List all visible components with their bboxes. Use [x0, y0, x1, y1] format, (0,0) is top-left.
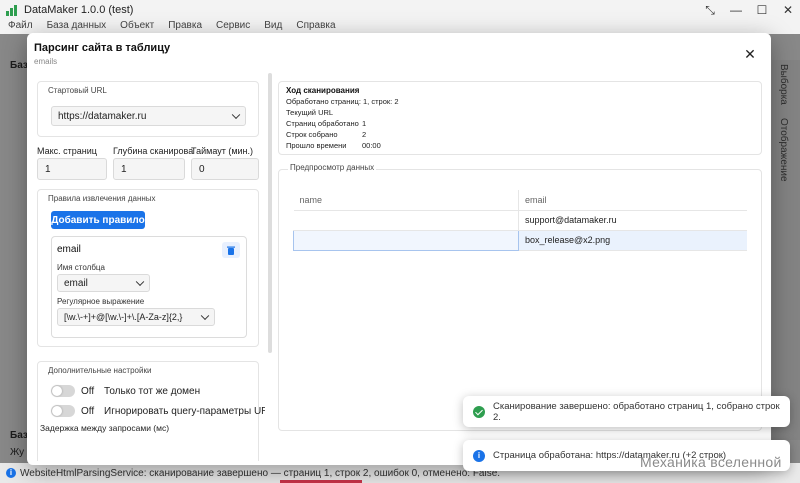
ignore-query-label: Игнорировать query-параметры URL — [104, 406, 265, 417]
menu-object[interactable]: Объект — [120, 20, 154, 34]
delay-label: Задержка между запросами (мс) — [40, 423, 170, 433]
window-controls: ⤡ — ☐ ✕ — [704, 0, 794, 20]
max-pages-label: Макс. страниц — [37, 146, 97, 156]
extra-settings-card: Дополнительные настройки Off Только тот … — [37, 361, 265, 461]
current-url-label: Текущий URL — [286, 108, 334, 117]
same-domain-toggle[interactable] — [51, 385, 75, 397]
dialog-title: Парсинг сайта в таблицу — [34, 42, 171, 54]
regex-select[interactable]: [\w.\-+]+@[\w.\-]+\.[A-Za-z]{2,} — [57, 308, 215, 326]
table-cell[interactable]: box_release@x2.png — [518, 230, 747, 251]
max-pages-value: 1 — [45, 163, 51, 175]
progress-value: 2 — [362, 130, 367, 139]
check-circle-icon — [473, 405, 485, 418]
preview-label: Предпросмотр данных — [288, 163, 377, 172]
close-window-icon[interactable]: ✕ — [782, 3, 794, 17]
rule-item: email Имя столбца email Регулярное выраж… — [51, 236, 247, 338]
progress-key: Страниц обработано — [286, 119, 359, 128]
watermark: Механика вселенной — [640, 454, 782, 470]
app-logo-icon — [6, 4, 18, 16]
menu-service[interactable]: Сервис — [216, 20, 250, 34]
progress-value: 00:00 — [362, 141, 381, 150]
table-cell[interactable] — [293, 229, 519, 251]
delete-rule-button[interactable] — [222, 242, 240, 258]
info-icon: i — [6, 468, 16, 478]
depth-input[interactable]: 1 — [113, 158, 185, 180]
extra-settings-label: Дополнительные настройки — [48, 366, 152, 375]
table-cell[interactable] — [293, 210, 519, 231]
menu-view[interactable]: Вид — [264, 20, 282, 34]
table-row[interactable]: support@datamaker.ru — [293, 210, 747, 231]
timeout-label: Таймаут (мин.) — [191, 146, 254, 156]
start-url-label: Стартовый URL — [48, 86, 107, 95]
same-domain-state: Off — [81, 386, 95, 397]
ignore-query-toggle[interactable] — [51, 405, 75, 417]
menu-edit[interactable]: Правка — [168, 20, 202, 34]
progress-row: Строк собрано 2 — [286, 130, 754, 139]
start-url-card: Стартовый URL https://datamaker.ru — [37, 81, 259, 137]
column-name-label: Имя столбца — [57, 263, 105, 272]
same-domain-label: Только тот же домен — [104, 386, 201, 397]
progress-title: Ход сканирования — [286, 86, 360, 95]
menu-database[interactable]: База данных — [47, 20, 107, 34]
window-titlebar: DataMaker 1.0.0 (test) ⤡ — ☐ ✕ — [0, 0, 800, 20]
preview-table: name email support@datamaker.ru box_rele… — [293, 190, 747, 251]
regex-value: [\w.\-+]+@[\w.\-]+\.[A-Za-z]{2,} — [64, 312, 183, 322]
success-toast[interactable]: Сканирование завершено: обработано стран… — [463, 396, 790, 427]
rules-label: Правила извлечения данных — [48, 194, 156, 203]
add-rule-button[interactable]: Добавить правило — [51, 211, 145, 229]
column-header-email[interactable]: email — [518, 190, 747, 211]
ignore-query-state: Off — [81, 406, 95, 417]
column-name-value: email — [64, 277, 88, 289]
minimize-icon[interactable]: — — [730, 3, 742, 17]
progress-row: Страниц обработано 1 — [286, 119, 754, 128]
menu-file[interactable]: Файл — [8, 20, 33, 34]
chevron-down-icon — [200, 311, 210, 321]
max-pages-input[interactable]: 1 — [37, 158, 107, 180]
rule-name: email — [57, 244, 81, 255]
success-toast-text: Сканирование завершено: обработано стран… — [492, 400, 780, 423]
chevron-down-icon — [135, 277, 145, 287]
regex-label: Регулярное выражение — [57, 297, 145, 306]
settings-column: Стартовый URL https://datamaker.ru Макс.… — [37, 81, 265, 461]
status-text: WebsiteHtmlParsingService: сканирование … — [20, 467, 501, 479]
timeout-value: 0 — [199, 163, 205, 175]
restore-icon[interactable]: ⤡ — [704, 3, 716, 18]
window-title: DataMaker 1.0.0 (test) — [24, 4, 134, 16]
progress-key: Прошло времени — [286, 141, 347, 150]
depth-label: Глубина сканирова — [113, 146, 194, 156]
scan-progress-card: Ход сканирования Обработано страниц: 1, … — [278, 81, 762, 155]
trash-icon — [227, 246, 235, 255]
info-icon: i — [473, 449, 485, 462]
dialog-subtitle: emails — [34, 57, 58, 66]
column-header-name[interactable]: name — [293, 190, 519, 211]
timeout-input[interactable]: 0 — [191, 158, 259, 180]
progress-value: 1 — [362, 119, 367, 128]
rules-card: Правила извлечения данных Добавить прави… — [37, 189, 259, 347]
menu-help[interactable]: Справка — [296, 20, 335, 34]
depth-value: 1 — [121, 163, 127, 175]
table-header: name email — [293, 190, 747, 211]
chevron-down-icon — [231, 110, 241, 120]
table-row[interactable]: box_release@x2.png — [293, 229, 747, 251]
start-url-select[interactable]: https://datamaker.ru — [51, 106, 246, 126]
close-icon[interactable]: ✕ — [743, 47, 757, 61]
progress-summary: Обработано страниц: 1, строк: 2 — [286, 97, 399, 106]
settings-scrollbar[interactable] — [268, 73, 272, 353]
progress-key: Строк собрано — [286, 130, 338, 139]
progress-row: Прошло времени 00:00 — [286, 141, 754, 150]
table-cell[interactable]: support@datamaker.ru — [518, 210, 747, 231]
menu-bar: Файл База данных Объект Правка Сервис Ви… — [0, 20, 800, 34]
data-preview-card: Предпросмотр данных name email support@d… — [278, 163, 762, 431]
start-url-value: https://datamaker.ru — [58, 110, 147, 122]
column-name-select[interactable]: email — [57, 274, 150, 292]
maximize-icon[interactable]: ☐ — [756, 3, 768, 17]
